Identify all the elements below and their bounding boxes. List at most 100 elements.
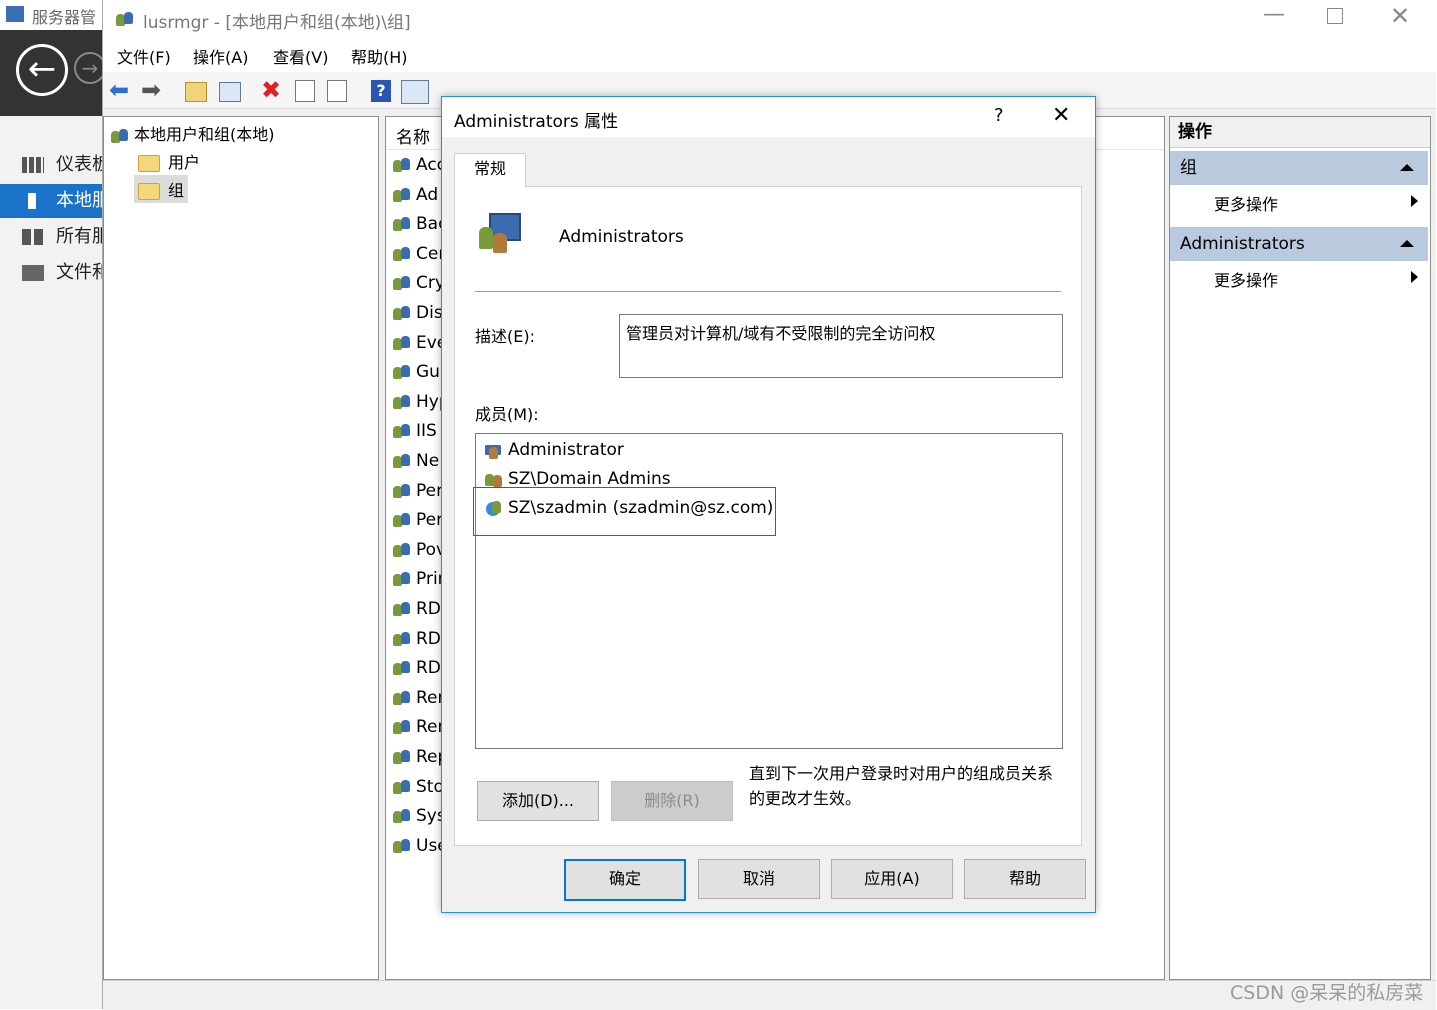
submenu-arrow-icon [1411, 271, 1418, 283]
members-list[interactable]: Administrator SZ\Domain Admins SZ\szadmi… [475, 433, 1063, 749]
group-icon [392, 245, 412, 263]
description-label: 描述(E): [475, 327, 535, 346]
sidebar-item-file-services[interactable]: 文件和 [0, 256, 102, 290]
group-list-item[interactable]: Per [392, 481, 443, 505]
group-list-item[interactable]: Sys [392, 806, 446, 830]
group-icon [392, 482, 412, 500]
back-icon[interactable]: ⬅ [109, 78, 133, 102]
group-icon [392, 689, 412, 707]
delete-icon[interactable]: ✖ [261, 78, 285, 102]
dashboard-icon [22, 157, 44, 173]
show-tree-icon[interactable] [219, 82, 241, 102]
tree-item-users[interactable]: 用户 [138, 149, 200, 173]
group-icon [392, 541, 412, 559]
group-list-item[interactable]: Rep [392, 747, 448, 771]
sidebar-item-local-server[interactable]: 本地服 [0, 184, 102, 218]
file-services-icon [22, 265, 44, 281]
group-list-item[interactable]: Bac [392, 214, 447, 238]
members-label: 成员(M): [475, 405, 539, 424]
properties-icon[interactable] [295, 80, 315, 102]
group-list-item[interactable]: Eve [392, 333, 447, 357]
group-list-item[interactable]: Prir [392, 569, 445, 593]
group-list-item[interactable]: Gu [392, 362, 440, 386]
group-list-item[interactable]: Rer [392, 688, 445, 712]
local-users-groups-icon [110, 127, 130, 145]
group-icon [392, 600, 412, 618]
user-icon [484, 441, 504, 459]
group-icon [392, 778, 412, 796]
more-actions-groups[interactable]: 更多操作 [1214, 191, 1278, 215]
tree-root[interactable]: 本地用户和组(本地) [110, 121, 275, 145]
up-folder-icon[interactable] [185, 82, 207, 102]
dialog-close-button[interactable]: ✕ [1052, 103, 1070, 128]
group-icon [392, 452, 412, 470]
group-list-item[interactable]: RD [392, 599, 441, 623]
member-administrator[interactable]: Administrator [484, 440, 624, 460]
cancel-button[interactable]: 取消 [698, 859, 820, 899]
group-list-item[interactable]: Ne [392, 451, 439, 475]
back-arrow-icon[interactable]: ← [16, 44, 68, 96]
remove-button[interactable]: 删除(R) [611, 781, 733, 821]
collapse-icon[interactable] [1400, 164, 1414, 171]
group-list-item[interactable]: Cry [392, 273, 445, 297]
group-list-item[interactable]: Acc [392, 155, 446, 179]
menu-file[interactable]: 文件(F) [117, 44, 171, 68]
group-list-item[interactable]: IIS [392, 421, 437, 445]
close-window-button[interactable]: ✕ [1390, 2, 1410, 30]
group-list-item[interactable]: Pov [392, 540, 446, 564]
group-list-item[interactable]: RD [392, 629, 441, 653]
group-icon [392, 837, 412, 855]
help-icon[interactable]: ? [371, 80, 391, 102]
group-icon [392, 304, 412, 322]
group-icon [392, 807, 412, 825]
menu-view[interactable]: 查看(V) [273, 44, 328, 68]
dialog-title: Administrators 属性 [454, 112, 619, 132]
help-button[interactable]: 帮助 [964, 859, 1086, 899]
actions-header: 操作 [1170, 117, 1430, 148]
actions-section-groups[interactable]: 组 [1170, 151, 1428, 185]
minimize-button[interactable]: — [1263, 2, 1285, 27]
export-list-icon[interactable] [327, 80, 347, 102]
dialog-help-button[interactable]: ? [994, 105, 1004, 126]
tab-general[interactable]: 常规 [454, 153, 526, 188]
actions-section-administrators[interactable]: Administrators [1170, 227, 1428, 261]
lusrmgr-app-icon [115, 10, 135, 28]
server-manager-titlebar: 服务器管 [0, 0, 110, 30]
sidebar-item-all-servers[interactable]: 所有服 [0, 220, 102, 254]
menu-action[interactable]: 操作(A) [193, 44, 248, 68]
group-name: Administrators [559, 227, 684, 247]
folder-open-icon [138, 183, 160, 200]
group-list-item[interactable]: Rer [392, 717, 445, 741]
more-actions-administrators[interactable]: 更多操作 [1214, 267, 1278, 291]
add-button[interactable]: 添加(D)... [477, 781, 599, 821]
group-icon [392, 215, 412, 233]
group-list-item[interactable]: RD [392, 658, 441, 682]
show-action-pane-icon[interactable] [401, 80, 429, 104]
highlight-box [473, 487, 776, 536]
tree-item-groups[interactable]: 组 [134, 175, 189, 203]
sidebar-item-dashboard[interactable]: 仪表板 [0, 148, 102, 182]
group-list-item[interactable]: Use [392, 836, 448, 860]
membership-note: 直到下一次用户登录时对用户的组成员关系的更改才生效。 [749, 764, 1054, 808]
group-icon [392, 393, 412, 411]
apply-button[interactable]: 应用(A) [831, 859, 953, 899]
column-name-header[interactable]: 名称 [396, 123, 430, 148]
maximize-button[interactable] [1327, 8, 1343, 24]
group-list-item[interactable]: Per [392, 510, 443, 534]
group-list-item[interactable]: Ad [392, 185, 438, 209]
window-title: lusrmgr - [本地用户和组(本地)\组] [143, 13, 411, 33]
server-icon [28, 193, 36, 209]
description-field[interactable]: 管理员对计算机/域有不受限制的完全访问权 [619, 314, 1063, 378]
group-icon [392, 334, 412, 352]
member-domain-admins[interactable]: SZ\Domain Admins [484, 469, 671, 489]
forward-icon[interactable]: ➡ [141, 78, 165, 102]
menu-help[interactable]: 帮助(H) [351, 44, 408, 68]
ok-button[interactable]: 确定 [564, 859, 686, 901]
server-manager-sidebar: 仪表板 本地服 所有服 文件和 [0, 116, 102, 1009]
group-list-item[interactable]: Cer [392, 244, 445, 268]
group-list-item[interactable]: Dis [392, 303, 443, 327]
group-icon [392, 422, 412, 440]
watermark: CSDN @呆呆的私房菜 [1230, 982, 1424, 1004]
collapse-icon[interactable] [1400, 240, 1414, 247]
group-list-item[interactable]: Sto [392, 777, 444, 801]
